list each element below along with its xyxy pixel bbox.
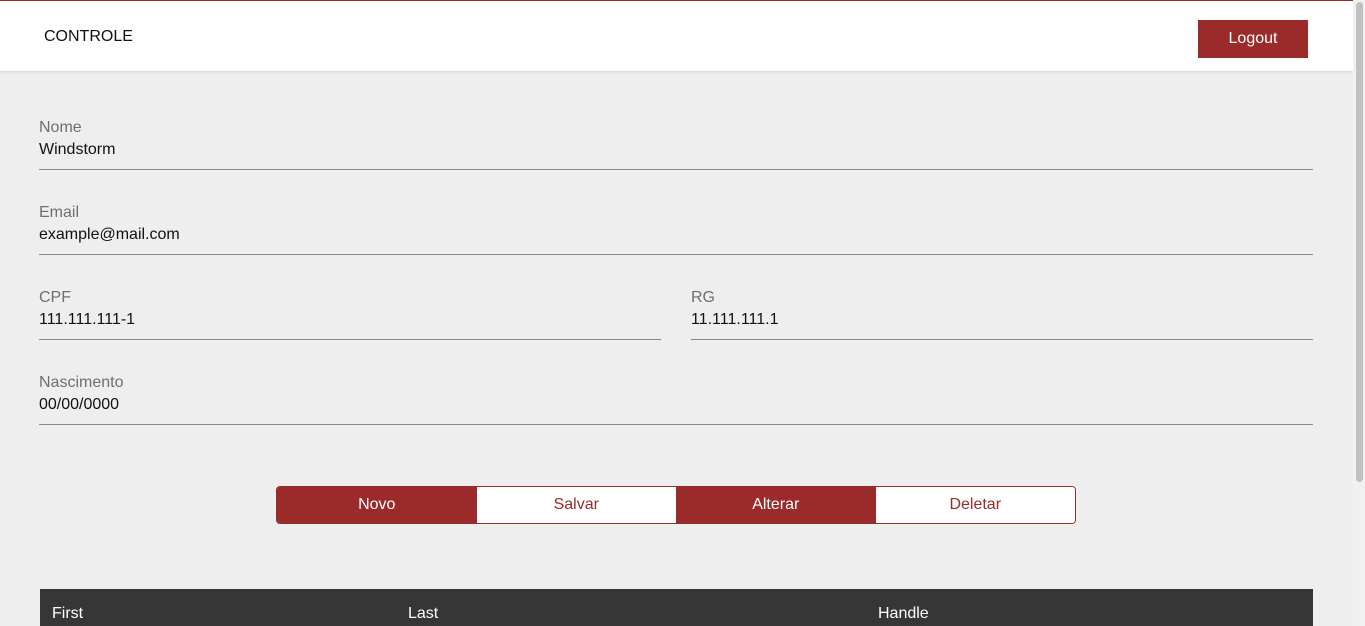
rg-field[interactable]: RG	[691, 289, 1313, 340]
cpf-label: CPF	[39, 289, 71, 306]
salvar-button[interactable]: Salvar	[476, 487, 676, 523]
vertical-scrollbar[interactable]	[1353, 0, 1365, 626]
nascimento-label: Nascimento	[39, 374, 124, 391]
nome-input[interactable]	[39, 141, 1313, 159]
novo-button[interactable]: Novo	[277, 487, 477, 523]
cpf-field[interactable]: CPF	[39, 289, 661, 340]
deletar-button[interactable]: Deletar	[875, 487, 1075, 523]
column-header-first[interactable]: First	[52, 605, 83, 623]
nome-label: Nome	[39, 119, 82, 136]
cpf-input[interactable]	[39, 311, 661, 329]
page: CONTROLE Logout Nome Email CPF RG Nascim…	[0, 0, 1365, 626]
rg-label: RG	[691, 289, 715, 306]
brand-title: CONTROLE	[44, 28, 133, 45]
top-navbar: CONTROLE Logout	[0, 0, 1353, 71]
scrollbar-thumb[interactable]	[1356, 2, 1363, 482]
nome-field[interactable]: Nome	[39, 119, 1313, 170]
nascimento-input[interactable]	[39, 396, 1313, 414]
column-header-last[interactable]: Last	[408, 605, 438, 623]
logout-button[interactable]: Logout	[1198, 20, 1308, 58]
nascimento-field[interactable]: Nascimento	[39, 374, 1313, 425]
rg-input[interactable]	[691, 311, 1313, 329]
email-input[interactable]	[39, 226, 1313, 244]
action-button-group: Novo Salvar Alterar Deletar	[276, 486, 1076, 524]
table-header: First Last Handle	[40, 589, 1313, 626]
column-header-handle[interactable]: Handle	[878, 605, 929, 623]
email-field[interactable]: Email	[39, 204, 1313, 255]
alterar-button[interactable]: Alterar	[676, 487, 876, 523]
email-label: Email	[39, 204, 80, 221]
